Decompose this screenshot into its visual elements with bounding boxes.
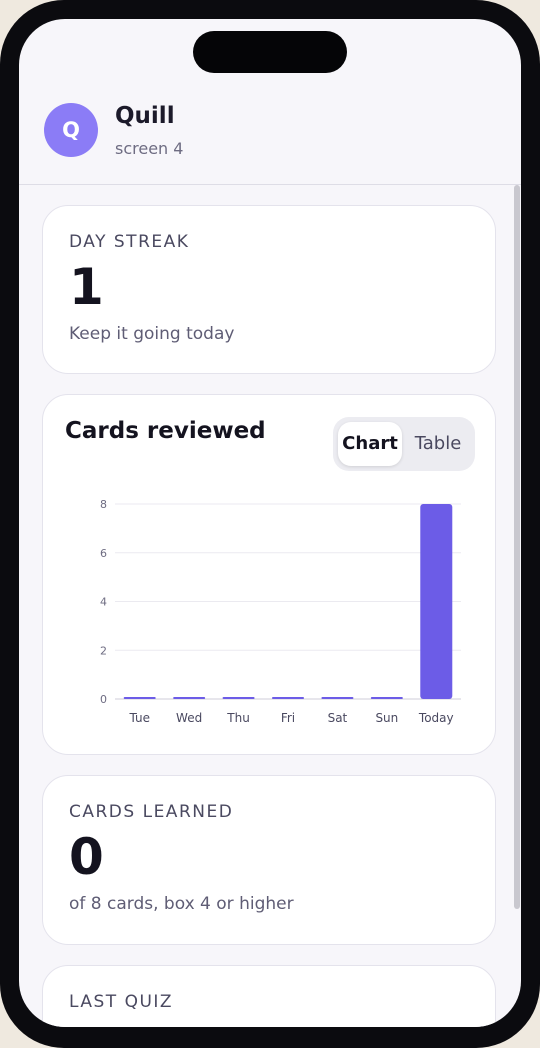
phone-frame: Q Quill screen 4 DAY STREAK 1 Keep it go… bbox=[0, 0, 540, 1048]
table-tab[interactable]: Table bbox=[405, 422, 471, 466]
x-tick-label: Tue bbox=[128, 711, 150, 725]
cards-learned-value: 0 bbox=[69, 828, 104, 886]
bar bbox=[123, 697, 156, 699]
view-toggle: Chart Table bbox=[333, 417, 475, 471]
day-streak-caption: Keep it going today bbox=[69, 324, 235, 344]
chart-title: Cards reviewed bbox=[65, 418, 266, 444]
bar bbox=[321, 697, 354, 699]
dynamic-island bbox=[193, 31, 347, 73]
day-streak-card: DAY STREAK 1 Keep it going today bbox=[42, 205, 496, 374]
y-tick-label: 2 bbox=[100, 644, 107, 657]
bar bbox=[222, 697, 255, 699]
x-tick-label: Sun bbox=[375, 711, 398, 725]
x-tick-label: Sat bbox=[328, 711, 348, 725]
reviewed-bar-chart: 0 2 4 6 8 Tue Wed Thu Fri Sat Sun Today bbox=[100, 498, 461, 725]
y-tick-label: 8 bbox=[100, 498, 107, 511]
x-tick-label: Today bbox=[418, 711, 454, 725]
chart-tab[interactable]: Chart bbox=[338, 422, 402, 466]
app-screen: Q Quill screen 4 DAY STREAK 1 Keep it go… bbox=[19, 19, 521, 1027]
cards-reviewed-card: Cards reviewed Chart Table 0 2 4 6 8 Tue Wed Th… bbox=[42, 394, 496, 755]
day-streak-value: 1 bbox=[69, 258, 104, 316]
app-title: Quill bbox=[115, 103, 175, 129]
cards-learned-caption: of 8 cards, box 4 or higher bbox=[69, 894, 294, 914]
last-quiz-card: LAST QUIZ bbox=[42, 965, 496, 1027]
x-tick-label: Fri bbox=[281, 711, 295, 725]
cards-learned-label: CARDS LEARNED bbox=[69, 802, 234, 822]
y-tick-label: 0 bbox=[100, 693, 107, 706]
bar bbox=[370, 697, 403, 699]
last-quiz-label: LAST QUIZ bbox=[69, 992, 174, 1012]
avatar[interactable]: Q bbox=[44, 103, 98, 157]
x-tick-label: Thu bbox=[226, 711, 250, 725]
bar bbox=[420, 504, 453, 699]
bar bbox=[272, 697, 304, 699]
scrollbar[interactable] bbox=[514, 185, 520, 909]
y-tick-label: 6 bbox=[100, 547, 107, 560]
cards-learned-card: CARDS LEARNED 0 of 8 cards, box 4 or hig… bbox=[42, 775, 496, 945]
day-streak-label: DAY STREAK bbox=[69, 232, 190, 252]
bar bbox=[173, 697, 206, 699]
x-tick-label: Wed bbox=[176, 711, 202, 725]
y-tick-label: 4 bbox=[100, 596, 107, 609]
screen-subtitle: screen 4 bbox=[115, 139, 184, 158]
app-header: Q Quill screen 4 bbox=[19, 83, 521, 185]
